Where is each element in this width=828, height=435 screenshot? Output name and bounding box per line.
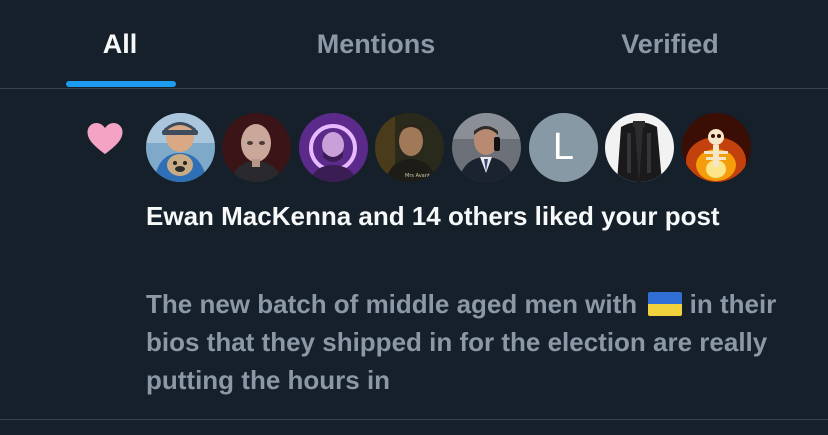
avatar[interactable] [299,113,368,182]
avatar[interactable]: Mrs Avant [375,113,444,182]
tab-all[interactable]: All [40,0,200,88]
avatar-letter: L [552,126,575,168]
avatar[interactable] [222,113,291,182]
heart-icon [87,122,123,155]
notifications-tab-bar: All Mentions Verified [0,0,828,89]
svg-text:Mrs Avant: Mrs Avant [405,173,430,179]
avatar[interactable] [682,113,751,182]
like-notification[interactable]: Mrs Avant L Ewan MacKenna and 14 others … [0,89,828,420]
tab-verified[interactable]: Verified [590,0,750,88]
avatar[interactable] [452,113,521,182]
notification-headline: Ewan MacKenna and 14 others liked your p… [146,201,720,231]
tab-mentions[interactable]: Mentions [276,0,476,88]
active-tab-indicator [66,81,176,87]
avatar[interactable] [146,113,215,182]
avatar[interactable]: L [529,113,598,182]
ukraine-flag-icon [648,292,683,316]
liked-post-preview[interactable]: The new batch of middle aged men with in… [146,285,786,399]
post-text: The new batch of middle aged men with [146,289,638,319]
avatar[interactable] [605,113,674,182]
